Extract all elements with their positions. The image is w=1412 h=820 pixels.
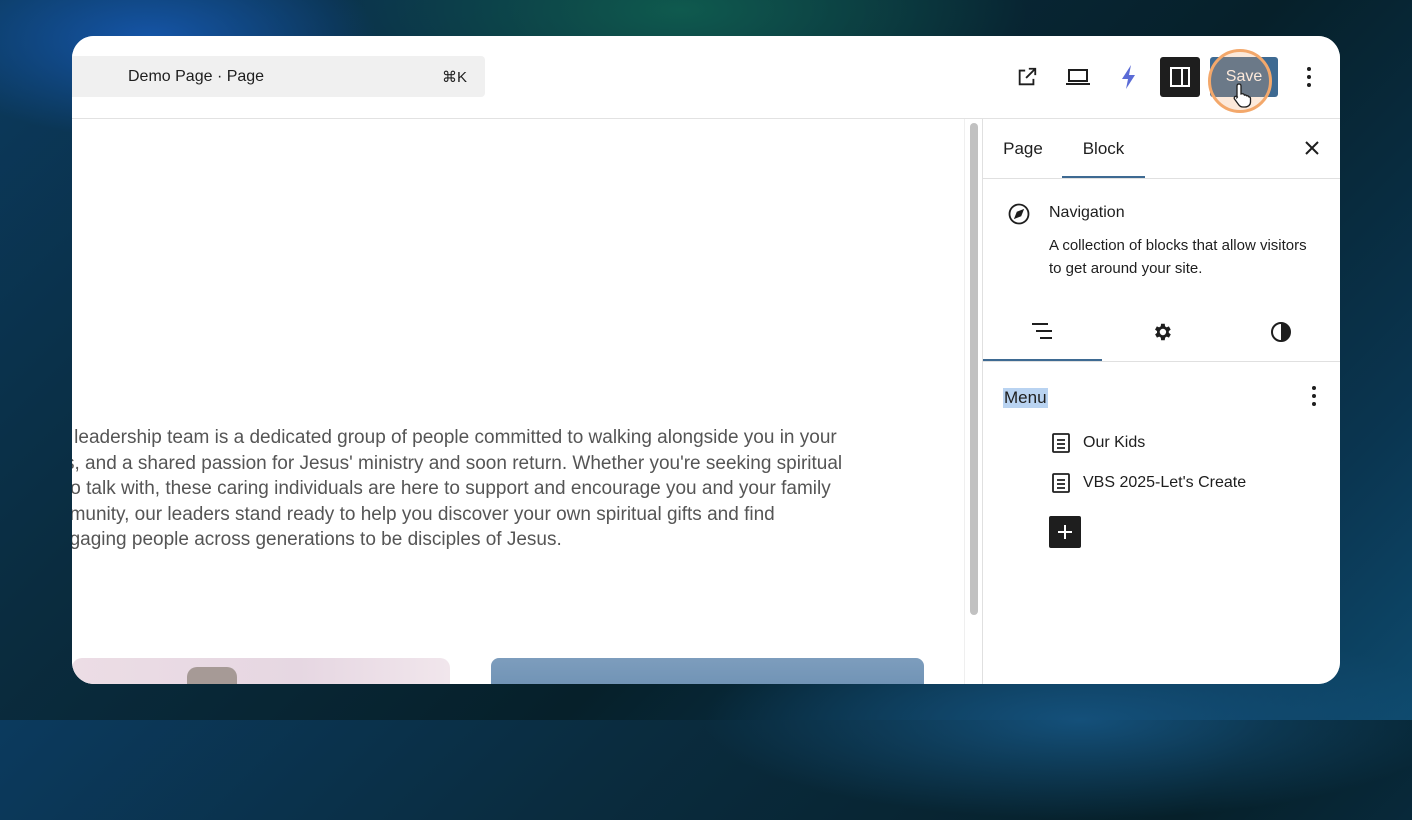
document-title: Demo Page · Page	[128, 68, 265, 85]
editor-window: Demo Page · Page ⌘K Save ur leadership t…	[72, 36, 1340, 684]
image-card-right[interactable]	[491, 658, 924, 684]
options-menu-button[interactable]	[1290, 58, 1328, 96]
more-vertical-icon	[1307, 67, 1311, 87]
paragraph-line: s, and a shared passion for Jesus' minis…	[72, 452, 843, 474]
menu-title[interactable]: Menu	[1003, 388, 1048, 408]
block-description: A collection of blocks that allow visito…	[1049, 237, 1307, 277]
external-link-icon	[1018, 67, 1037, 86]
sidebar-tabs: Page Block	[983, 119, 1340, 179]
hand-cursor-icon	[1233, 83, 1252, 108]
block-card: Navigation A collection of blocks that a…	[983, 178, 1340, 278]
scrollbar-thumb[interactable]	[970, 123, 978, 615]
laptop-preview-icon	[1066, 69, 1090, 85]
tab-block[interactable]: Block	[1062, 119, 1145, 178]
tab-settings[interactable]	[1102, 302, 1221, 361]
list-view-icon	[1031, 322, 1052, 339]
menu-item-our-kids[interactable]: Our Kids	[1051, 430, 1145, 456]
settings-gear-icon	[1154, 323, 1171, 340]
close-icon[interactable]	[1301, 137, 1323, 159]
paragraph-line: ur leadership team is a dedicated group …	[72, 427, 837, 448]
more-vertical-icon[interactable]	[1311, 385, 1317, 407]
block-name: Navigation	[1049, 204, 1125, 221]
preview-device-button[interactable]	[1059, 58, 1097, 96]
tab-page[interactable]: Page	[1003, 119, 1043, 178]
menu-item-label: Our Kids	[1083, 434, 1146, 451]
performance-button[interactable]	[1110, 58, 1148, 96]
sidebar-toggle-icon	[1170, 67, 1190, 87]
canvas-scrollbar[interactable]	[964, 119, 983, 684]
tab-styles[interactable]	[1221, 302, 1340, 361]
command-shortcut: ⌘K	[441, 69, 467, 86]
paragraph-line: nmunity, our leaders stand ready to help…	[72, 503, 775, 525]
editor-canvas[interactable]: ur leadership team is a dedicated group …	[72, 119, 964, 684]
editor-top-bar: Demo Page · Page ⌘K Save	[72, 36, 1340, 119]
menu-item-label: VBS 2025-Let's Create	[1083, 474, 1247, 491]
paragraph-line: to talk with, these caring individuals a…	[72, 478, 831, 499]
compass-icon	[1008, 203, 1030, 225]
add-block-button[interactable]	[1049, 516, 1081, 548]
leadership-paragraph[interactable]: ur leadership team is a dedicated group …	[72, 425, 964, 553]
styles-contrast-icon	[1270, 321, 1291, 342]
view-page-button[interactable]	[1008, 58, 1046, 96]
lightning-icon	[1122, 65, 1135, 89]
image-card-left[interactable]	[72, 658, 450, 684]
plus-icon	[1058, 525, 1072, 539]
page-icon	[1052, 473, 1070, 493]
tab-list-view[interactable]	[983, 302, 1102, 361]
block-settings-tabs	[983, 302, 1340, 362]
command-palette-bar[interactable]: Demo Page · Page ⌘K	[72, 56, 485, 97]
menu-item-vbs-2025[interactable]: VBS 2025-Let's Create	[1051, 470, 1246, 496]
settings-sidebar: Page Block Navigation A collection of bl…	[982, 119, 1340, 684]
image-detail	[187, 667, 237, 684]
paragraph-line: ngaging people across generations to be …	[72, 529, 562, 550]
settings-sidebar-toggle[interactable]	[1160, 57, 1200, 97]
page-icon	[1052, 433, 1070, 453]
